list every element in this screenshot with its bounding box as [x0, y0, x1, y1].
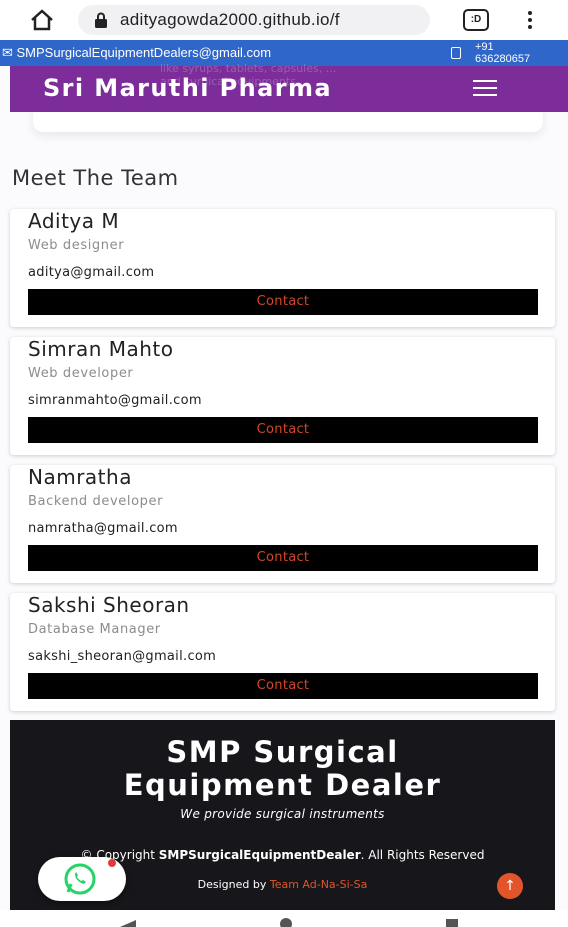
member-email: sakshi_sheoran@gmail.com — [28, 649, 217, 664]
page: adityagowda2000.github.io/f :D ✉ SMPSurg… — [0, 0, 568, 927]
member-role: Backend developer — [28, 494, 164, 509]
contact-button[interactable]: Contact — [28, 417, 538, 443]
member-email: simranmahto@gmail.com — [28, 393, 202, 408]
member-email: aditya@gmail.com — [28, 265, 155, 280]
phone-prefix: +91 — [475, 41, 494, 53]
member-name: Aditya M — [28, 209, 120, 233]
hamburger-menu-icon[interactable] — [473, 80, 497, 98]
member-role: Database Manager — [28, 622, 161, 637]
info-email[interactable]: ✉ SMPSurgicalEquipmentDealers@gmail.com — [2, 45, 271, 61]
more-options-icon[interactable] — [526, 9, 534, 31]
team-card: Sakshi Sheoran Database Manager sakshi_s… — [10, 593, 555, 711]
info-email-text: SMPSurgicalEquipmentDealers@gmail.com — [16, 45, 272, 60]
contact-button[interactable]: Contact — [28, 289, 538, 315]
member-role: Web developer — [28, 366, 134, 381]
system-navigation-bar — [0, 910, 568, 927]
recent-apps-icon[interactable] — [446, 919, 458, 927]
team-card: Aditya M Web designer aditya@gmail.com C… — [10, 209, 555, 327]
lock-icon — [95, 12, 107, 28]
phone-number: 636280657 — [475, 53, 531, 65]
section-title: Meet The Team — [12, 166, 179, 190]
system-home-icon[interactable] — [280, 918, 292, 927]
whatsapp-chat-button[interactable] — [38, 857, 126, 901]
mail-icon: ✉ — [2, 45, 17, 60]
contact-button[interactable]: Contact — [28, 673, 538, 699]
contact-button[interactable]: Contact — [28, 545, 538, 571]
browser-toolbar: adityagowda2000.github.io/f :D — [0, 0, 568, 40]
brand-logo[interactable]: Sri Maruthi Pharma — [43, 74, 332, 102]
info-phone[interactable]: +91 636280657 — [475, 41, 530, 65]
url-text: adityagowda2000.github.io/f — [120, 10, 340, 29]
member-email: namratha@gmail.com — [28, 521, 178, 536]
back-icon[interactable] — [120, 920, 136, 927]
notification-dot — [108, 859, 116, 867]
address-bar[interactable]: adityagowda2000.github.io/f — [78, 5, 430, 35]
home-icon[interactable] — [30, 9, 54, 31]
member-role: Web designer — [28, 238, 125, 253]
phone-icon — [451, 47, 461, 59]
member-name: Simran Mahto — [28, 337, 174, 361]
site-navbar: like syrups, tablets, capsules, ... and s… — [10, 62, 568, 112]
team-card: Simran Mahto Web developer simranmahto@g… — [10, 337, 555, 455]
scroll-to-top-button[interactable]: ↑ — [497, 873, 523, 899]
member-name: Namratha — [28, 465, 132, 489]
footer-tagline: We provide surgical instruments — [180, 807, 385, 821]
member-name: Sakshi Sheoran — [28, 593, 190, 617]
team-card: Namratha Backend developer namratha@gmai… — [10, 465, 555, 583]
footer-title: SMP Surgical Equipment Dealer — [123, 735, 442, 802]
team-credit-link[interactable]: Team Ad-Na-Si-Sa — [270, 878, 368, 891]
tabs-icon[interactable]: :D — [463, 9, 489, 31]
whatsapp-icon — [64, 863, 96, 895]
